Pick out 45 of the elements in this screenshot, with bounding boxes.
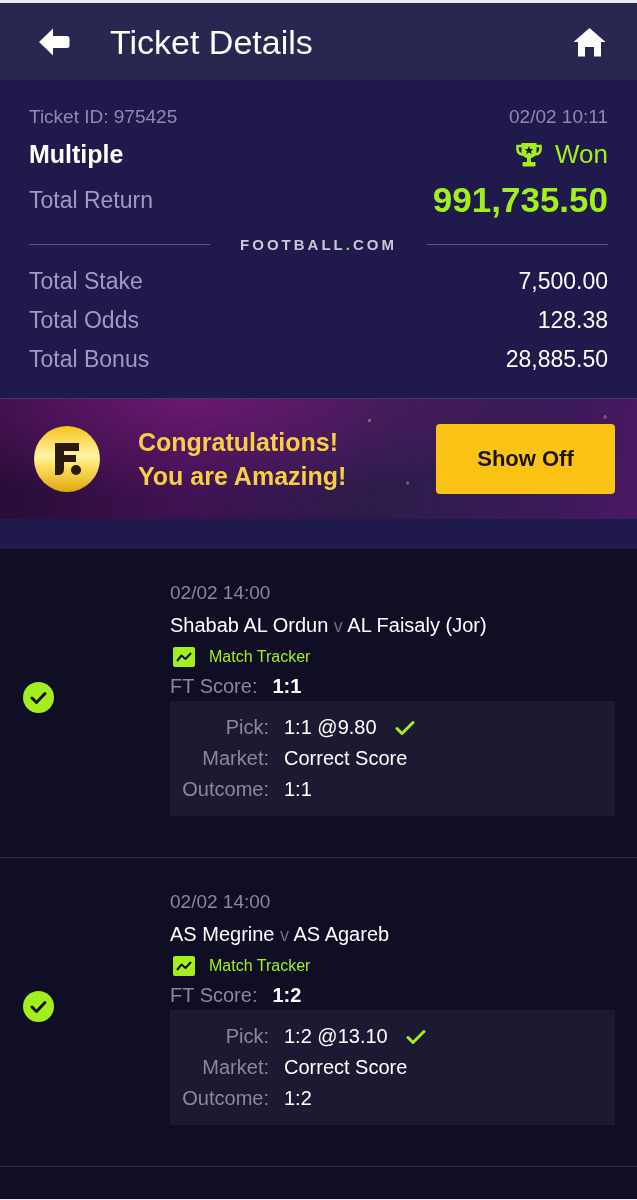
placed-time: 02/02 10:11	[509, 105, 608, 129]
total-return-label: Total Return	[29, 186, 153, 215]
total-value: 7,500.00	[518, 268, 608, 295]
detail-label: Market:	[202, 1056, 269, 1079]
ft-score-label: FT Score:	[170, 983, 258, 1007]
match-tracker-link[interactable]: Match Tracker	[170, 647, 311, 667]
ticket-id: Ticket ID: 975425	[29, 105, 178, 129]
home-icon	[573, 26, 606, 57]
total-return-value: 991,735.50	[432, 180, 608, 220]
brand-logo-icon	[33, 425, 101, 493]
bet-type: Multiple	[29, 139, 124, 170]
detail-label: Pick:	[225, 716, 269, 739]
detail-value: 1:1	[284, 778, 312, 801]
detail-value: 1:1 @9.80	[284, 716, 377, 739]
total-label: Total Bonus	[29, 346, 150, 373]
detail-value: 1:2 @13.10	[284, 1025, 388, 1048]
show-off-button[interactable]: Show Off	[436, 424, 615, 494]
banner-message: Congratulations! You are Amazing!	[138, 427, 347, 492]
detail-label: Pick:	[225, 1025, 269, 1048]
ft-score-label: FT Score:	[170, 674, 258, 698]
total-value: 28,885.50	[505, 346, 608, 373]
home-button[interactable]	[573, 26, 606, 57]
detail-value: Correct Score	[284, 1056, 408, 1079]
detail-value: Correct Score	[284, 747, 408, 770]
back-button[interactable]	[38, 26, 70, 57]
line-chart-icon	[173, 647, 195, 667]
result-status: Won	[555, 138, 608, 171]
kick-off-time: 02/02 14:00	[170, 890, 271, 914]
total-label: Total Odds	[29, 307, 139, 334]
kick-off-time: 02/02 14:00	[170, 581, 271, 605]
total-label: Total Stake	[29, 268, 143, 295]
ft-score-value: 1:2	[272, 983, 302, 1007]
detail-label: Market:	[202, 747, 269, 770]
page-title: Ticket Details	[110, 21, 313, 62]
match-teams: Shabab AL Ordun v AL Faisaly (Jor)	[170, 613, 487, 638]
ft-score-value: 1:1	[272, 674, 302, 698]
detail-label: Outcome:	[182, 1087, 269, 1110]
detail-value: 1:2	[284, 1087, 312, 1110]
total-value: 128.38	[537, 307, 608, 334]
brand-wordmark: FOOTBALL.COM	[240, 235, 397, 253]
match-tracker-link[interactable]: Match Tracker	[170, 956, 311, 976]
detail-label: Outcome:	[182, 778, 269, 801]
back-arrow-icon	[38, 26, 70, 57]
match-teams: AS Megrine v AS Agareb	[170, 922, 390, 947]
line-chart-icon	[173, 956, 195, 976]
